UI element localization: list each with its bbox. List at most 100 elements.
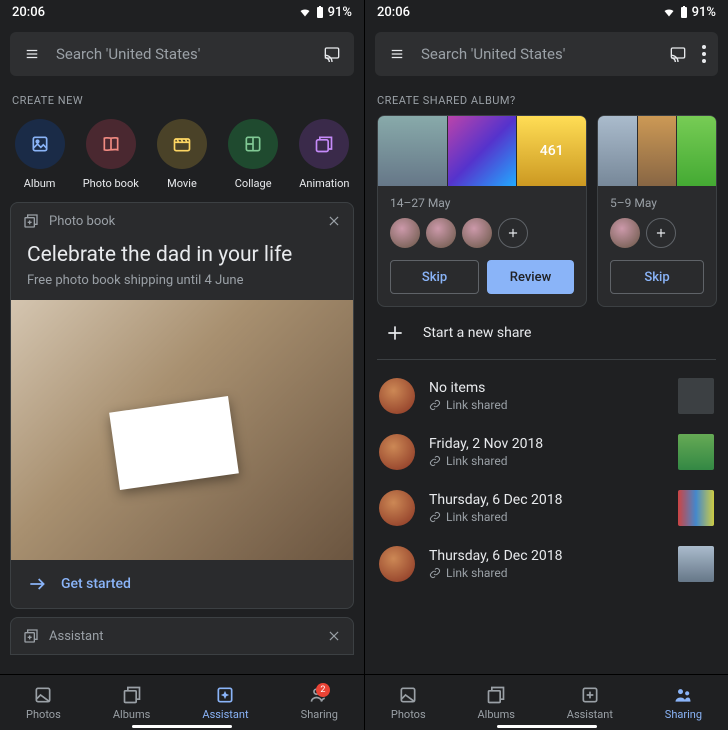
plus-icon: [654, 226, 668, 240]
assistant-card-peek: Assistant: [10, 617, 354, 655]
album-suggestion[interactable]: 5–9 May Skip: [597, 115, 717, 307]
sharing-icon: [673, 685, 693, 705]
battery-icon: [680, 6, 688, 18]
status-right: 91%: [298, 5, 352, 20]
face-avatar: [610, 218, 640, 248]
share-thumb: [678, 546, 714, 582]
nav-sharing[interactable]: Sharing: [665, 685, 702, 721]
skip-button[interactable]: Skip: [610, 260, 704, 294]
status-time: 20:06: [12, 5, 45, 20]
cast-icon[interactable]: [322, 46, 342, 62]
create-movie-label: Movie: [167, 177, 197, 190]
start-new-share[interactable]: Start a new share: [365, 307, 728, 359]
get-started-link: Get started: [61, 576, 131, 592]
album-thumb: [676, 116, 716, 186]
review-button[interactable]: Review: [487, 260, 574, 294]
link-icon: [429, 511, 441, 523]
promo-card: Photo book Celebrate the dad in your lif…: [10, 202, 354, 609]
phone-sharing: 20:06 91% Search 'United States' CREATE …: [364, 0, 728, 730]
nav-photos[interactable]: Photos: [26, 685, 61, 721]
assistant-icon: [580, 685, 600, 705]
nav-photos[interactable]: Photos: [391, 685, 426, 721]
albums-icon: [486, 685, 506, 705]
add-to-library-icon: [23, 628, 39, 644]
create-row: Album Photo book Movie Collage Animation: [0, 115, 364, 202]
assistant-icon: [215, 685, 235, 705]
nav-badge: 2: [316, 683, 330, 697]
skip-button[interactable]: Skip: [390, 260, 479, 294]
add-person-button[interactable]: [498, 218, 528, 248]
share-item[interactable]: Friday, 2 Nov 2018 Link shared: [365, 424, 728, 480]
nav-albums[interactable]: Albums: [478, 685, 515, 721]
battery-icon: [316, 6, 324, 18]
create-album-label: Album: [24, 177, 56, 190]
album-cards: 461 14–27 May Skip Review: [365, 115, 728, 307]
wifi-icon: [662, 6, 676, 18]
hamburger-icon[interactable]: [387, 47, 407, 61]
close-icon[interactable]: [327, 214, 341, 228]
home-indicator[interactable]: [497, 725, 597, 728]
bottom-nav: Photos Albums Assistant 2 Sharing: [0, 674, 364, 730]
create-collage[interactable]: Collage: [218, 119, 288, 190]
create-collage-label: Collage: [235, 177, 272, 190]
avatar: [379, 546, 415, 582]
create-album[interactable]: Album: [5, 119, 75, 190]
status-battery: 91%: [692, 5, 716, 20]
album-thumb: [598, 116, 637, 186]
plus-icon: [385, 323, 405, 343]
nav-assistant[interactable]: Assistant: [202, 685, 248, 721]
status-time: 20:06: [377, 5, 410, 20]
share-thumb: [678, 490, 714, 526]
card-title: Celebrate the dad in your life: [27, 243, 337, 267]
share-sub: Link shared: [446, 398, 507, 412]
card-subtitle: Free photo book shipping until 4 June: [27, 273, 337, 288]
add-to-library-icon: [23, 213, 39, 229]
add-person-button[interactable]: [646, 218, 676, 248]
bottom-nav: Photos Albums Assistant Sharing: [365, 674, 728, 730]
share-title: Thursday, 6 Dec 2018: [429, 492, 664, 508]
search-bar[interactable]: Search 'United States': [10, 32, 354, 76]
share-sub: Link shared: [446, 510, 507, 524]
search-placeholder: Search 'United States': [421, 45, 654, 63]
create-photobook[interactable]: Photo book: [76, 119, 146, 190]
card-footer[interactable]: Get started: [11, 560, 353, 608]
create-new-label: CREATE NEW: [0, 84, 364, 115]
face-avatar: [390, 218, 420, 248]
create-shared-label: CREATE SHARED ALBUM?: [365, 84, 728, 115]
hamburger-icon[interactable]: [22, 47, 42, 61]
albums-icon: [122, 685, 142, 705]
home-indicator[interactable]: [132, 725, 232, 728]
share-item[interactable]: No items Link shared: [365, 368, 728, 424]
photos-icon: [33, 685, 53, 705]
status-battery: 91%: [328, 5, 352, 20]
create-movie[interactable]: Movie: [147, 119, 217, 190]
nav-sharing[interactable]: 2 Sharing: [301, 685, 338, 721]
search-placeholder: Search 'United States': [56, 45, 308, 63]
album-suggestion[interactable]: 461 14–27 May Skip Review: [377, 115, 587, 307]
share-item[interactable]: Thursday, 6 Dec 2018 Link shared: [365, 536, 728, 592]
album-icon: [30, 134, 50, 154]
close-icon[interactable]: [327, 629, 341, 643]
link-icon: [429, 567, 441, 579]
create-animation-label: Animation: [299, 177, 349, 190]
peek-title: Assistant: [49, 629, 317, 644]
nav-albums[interactable]: Albums: [113, 685, 150, 721]
search-bar[interactable]: Search 'United States': [375, 32, 718, 76]
album-date: 5–9 May: [598, 186, 716, 218]
nav-assistant[interactable]: Assistant: [567, 685, 613, 721]
create-animation[interactable]: Animation: [289, 119, 359, 190]
share-item[interactable]: Thursday, 6 Dec 2018 Link shared: [365, 480, 728, 536]
share-title: Friday, 2 Nov 2018: [429, 436, 664, 452]
movie-icon: [172, 134, 192, 154]
cast-icon[interactable]: [668, 46, 688, 62]
avatar: [379, 378, 415, 414]
album-thumb-overflow: 461: [516, 116, 586, 186]
link-icon: [429, 455, 441, 467]
arrow-right-icon: [27, 574, 47, 594]
photos-icon: [398, 685, 418, 705]
share-list: No items Link shared Friday, 2 Nov 2018 …: [365, 360, 728, 600]
more-icon[interactable]: [702, 45, 706, 63]
album-thumb: [447, 116, 517, 186]
album-thumb: [637, 116, 677, 186]
avatar: [379, 434, 415, 470]
